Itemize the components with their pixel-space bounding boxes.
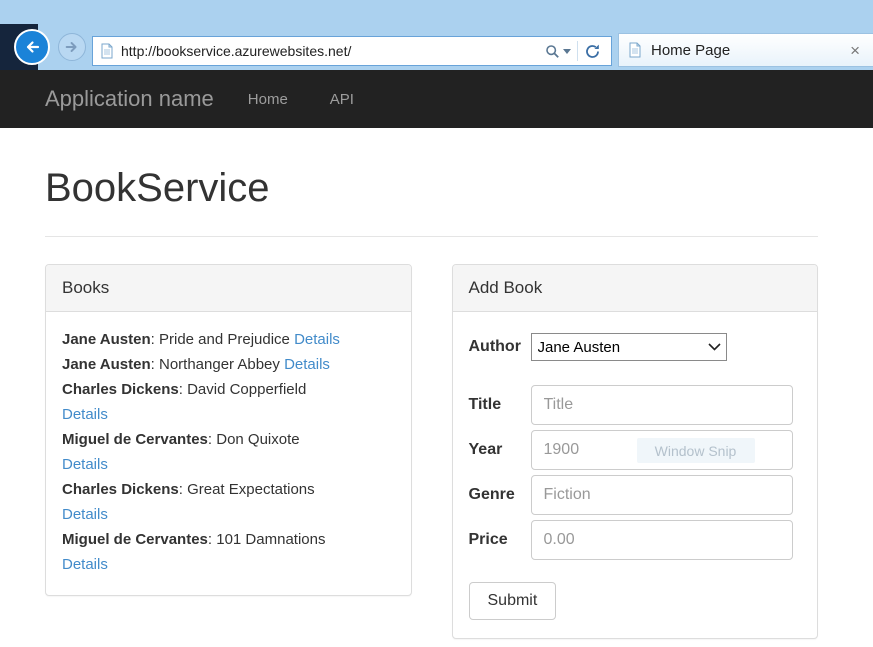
books-panel-title: Books [46, 265, 411, 312]
book-author: Charles Dickens [62, 381, 179, 398]
book-title: David Copperfield [187, 381, 306, 398]
title-label: Title [469, 396, 531, 414]
tab-page-icon [627, 42, 643, 58]
main-content: BookService Books Jane Austen: Pride and… [0, 128, 873, 639]
book-details-link[interactable]: Details [62, 502, 395, 527]
page-icon [99, 43, 115, 59]
search-button[interactable] [539, 37, 577, 65]
author-label: Author [469, 338, 531, 356]
book-title: 101 Damnations [216, 531, 325, 548]
refresh-icon [584, 43, 601, 60]
book-details-link[interactable]: Details [294, 331, 340, 348]
book-list-item: Charles Dickens: Great Expectations Deta… [62, 477, 395, 527]
submit-button[interactable]: Submit [469, 582, 557, 620]
book-list-item: Miguel de Cervantes: Don Quixote Details [62, 427, 395, 477]
book-author: Charles Dickens [62, 481, 179, 498]
nav-link-home[interactable]: Home [248, 91, 288, 108]
back-icon [23, 38, 41, 56]
book-separator: : [151, 356, 159, 373]
chevron-down-icon [563, 49, 571, 54]
title-row: Title [469, 385, 802, 425]
panels-row: Books Jane Austen: Pride and Prejudice D… [45, 264, 818, 639]
app-navbar: Application name Home API [0, 70, 873, 128]
book-title: Pride and Prejudice [159, 331, 290, 348]
books-list: Jane Austen: Pride and Prejudice Details… [46, 312, 411, 595]
book-details-link[interactable]: Details [62, 402, 395, 427]
book-details-link[interactable]: Details [62, 552, 395, 577]
submit-row: Submit [469, 582, 802, 620]
book-separator: : [151, 331, 159, 348]
book-list-item: Miguel de Cervantes: 101 Damnations Deta… [62, 527, 395, 577]
book-author: Jane Austen [62, 356, 151, 373]
book-title: Don Quixote [216, 431, 299, 448]
genre-input[interactable] [531, 475, 793, 515]
refresh-button[interactable] [578, 37, 607, 65]
price-label: Price [469, 531, 531, 549]
year-input[interactable] [531, 430, 793, 470]
navbar-brand[interactable]: Application name [45, 86, 214, 112]
price-row: Price [469, 520, 802, 560]
book-separator: : [179, 381, 187, 398]
forward-button[interactable] [58, 33, 86, 61]
title-input[interactable] [531, 385, 793, 425]
author-row: Author Jane Austen [469, 333, 802, 361]
book-details-link[interactable]: Details [284, 356, 330, 373]
book-author: Miguel de Cervantes [62, 531, 208, 548]
book-details-link[interactable]: Details [62, 452, 395, 477]
back-button[interactable] [14, 29, 50, 65]
book-separator: : [208, 431, 216, 448]
year-row: Year Window Snip [469, 430, 802, 470]
genre-row: Genre [469, 475, 802, 515]
book-author: Miguel de Cervantes [62, 431, 208, 448]
add-book-form: Author Jane Austen Title Yea [453, 312, 818, 638]
url-text[interactable]: http://bookservice.azurewebsites.net/ [121, 43, 539, 59]
address-bar: http://bookservice.azurewebsites.net/ [92, 36, 612, 66]
add-book-panel: Add Book Author Jane Austen Title [452, 264, 819, 639]
book-separator: : [208, 531, 216, 548]
tab-title: Home Page [651, 42, 845, 59]
author-select[interactable]: Jane Austen [531, 333, 727, 361]
add-book-panel-title: Add Book [453, 265, 818, 312]
browser-tab[interactable]: Home Page × [618, 33, 873, 67]
price-input[interactable] [531, 520, 793, 560]
book-title: Great Expectations [187, 481, 315, 498]
browser-chrome: http://bookservice.azurewebsites.net/ [0, 0, 873, 70]
book-separator: : [179, 481, 187, 498]
nav-link-api[interactable]: API [330, 91, 354, 108]
forward-icon [64, 39, 80, 55]
search-icon [545, 44, 560, 59]
books-panel: Books Jane Austen: Pride and Prejudice D… [45, 264, 412, 596]
genre-label: Genre [469, 486, 531, 504]
year-label: Year [469, 441, 531, 459]
page-title: BookService [45, 164, 818, 212]
book-list-item: Charles Dickens: David Copperfield Detai… [62, 377, 395, 427]
book-title: Northanger Abbey [159, 356, 280, 373]
book-author: Jane Austen [62, 331, 151, 348]
book-list-item: Jane Austen: Northanger Abbey Details [62, 352, 395, 377]
close-icon[interactable]: × [845, 40, 865, 61]
book-list-item: Jane Austen: Pride and Prejudice Details [62, 327, 395, 352]
author-select-wrap: Jane Austen [531, 333, 727, 361]
divider [45, 236, 818, 237]
